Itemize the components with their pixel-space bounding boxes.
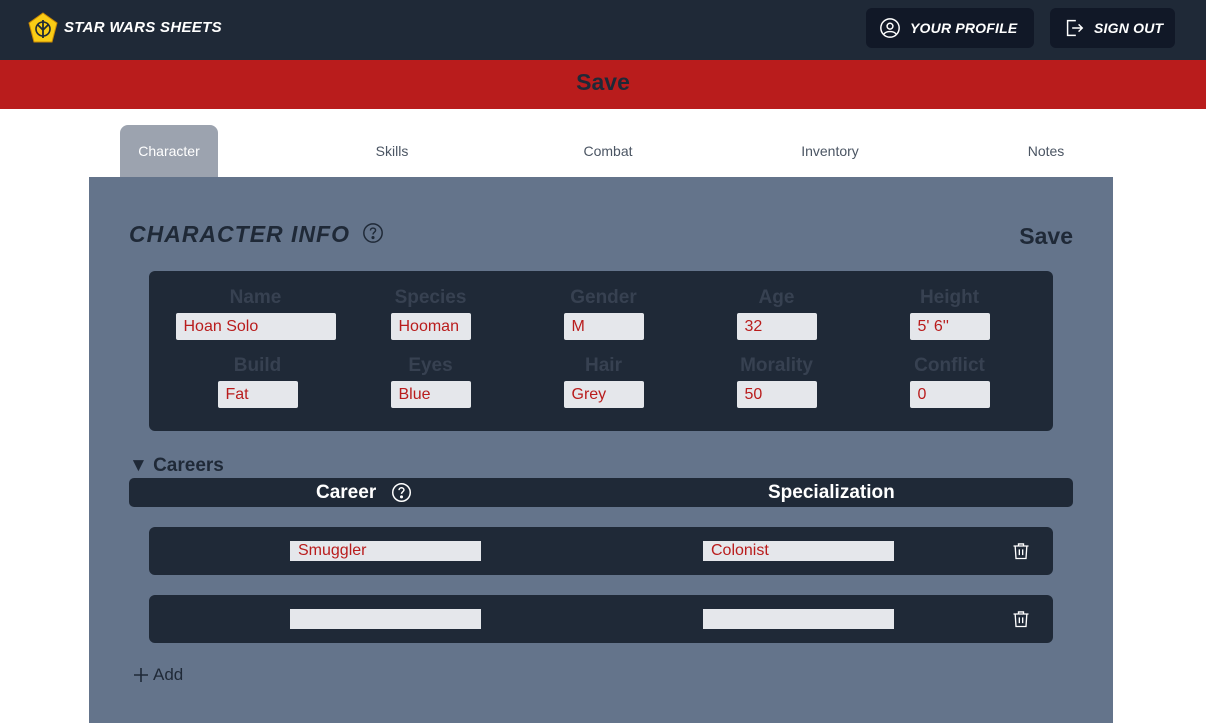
name-label: Name xyxy=(229,287,282,308)
sign-out-icon xyxy=(1066,19,1084,37)
specialization-input[interactable]: Colonist xyxy=(703,541,894,561)
careers-toggle[interactable]: ▼ Careers xyxy=(129,455,224,477)
brand-title[interactable]: STAR WARS SHEETS xyxy=(64,19,222,36)
conflict-label: Conflict xyxy=(914,355,985,376)
sign-out-button[interactable]: SIGN OUT xyxy=(1050,8,1175,48)
hair-label: Hair xyxy=(585,355,622,376)
tab-inventory[interactable]: Inventory xyxy=(790,125,870,177)
save-bar-label: Save xyxy=(576,69,630,95)
eyes-label: Eyes xyxy=(408,355,453,376)
plus-icon xyxy=(134,668,148,682)
name-field: Name Hoan Solo xyxy=(169,287,342,340)
add-label: Add xyxy=(153,665,184,684)
eyes-input[interactable]: Blue xyxy=(390,381,471,408)
morality-label: Morality xyxy=(740,355,813,376)
user-circle-icon xyxy=(880,18,900,38)
species-label: Species xyxy=(394,287,467,308)
career-row: Smuggler Colonist xyxy=(149,527,1053,575)
character-panel: CHARACTER INFO Save Name Hoan Solo Speci… xyxy=(89,177,1113,723)
career-row xyxy=(149,595,1053,643)
add-career-button[interactable]: Add xyxy=(133,665,183,685)
build-field: Build Fat xyxy=(171,355,344,408)
tab-skills[interactable]: Skills xyxy=(352,125,432,177)
gender-field: Gender M xyxy=(517,287,690,340)
build-label: Build xyxy=(233,355,282,376)
your-profile-button[interactable]: YOUR PROFILE xyxy=(866,8,1034,48)
top-navbar: STAR WARS SHEETS YOUR PROFILE SIGN OUT xyxy=(0,0,1206,60)
height-label: Height xyxy=(919,287,980,308)
careers-header: Career Specialization xyxy=(129,478,1073,507)
career-input[interactable]: Smuggler xyxy=(290,541,481,561)
gender-input[interactable]: M xyxy=(563,313,644,340)
character-info-card: Name Hoan Solo Species Hooman Gender M A… xyxy=(149,271,1053,431)
specialization-column-header: Specialization xyxy=(768,482,895,503)
tab-combat[interactable]: Combat xyxy=(568,125,648,177)
help-icon[interactable] xyxy=(391,482,412,503)
sign-out-label: SIGN OUT xyxy=(1094,20,1164,36)
trash-icon[interactable] xyxy=(1011,541,1031,561)
career-input[interactable] xyxy=(290,609,481,629)
height-field: Height 5' 6'' xyxy=(863,287,1036,340)
hair-input[interactable]: Grey xyxy=(563,381,644,408)
help-icon[interactable] xyxy=(362,222,384,244)
career-column-header: Career xyxy=(316,482,377,503)
tab-notes[interactable]: Notes xyxy=(1006,125,1086,177)
rebel-insignia-icon[interactable] xyxy=(27,12,59,44)
age-input[interactable]: 32 xyxy=(736,313,817,340)
gender-label: Gender xyxy=(570,287,637,308)
tab-character[interactable]: Character xyxy=(120,125,218,177)
character-info-title: CHARACTER INFO xyxy=(129,221,350,247)
species-input[interactable]: Hooman xyxy=(390,313,471,340)
save-bar-button[interactable]: Save xyxy=(0,60,1206,109)
morality-field: Morality 50 xyxy=(690,355,863,408)
save-button[interactable]: Save xyxy=(1019,223,1073,250)
morality-input[interactable]: 50 xyxy=(736,381,817,408)
build-input[interactable]: Fat xyxy=(217,381,298,408)
conflict-field: Conflict 0 xyxy=(863,355,1036,408)
trash-icon[interactable] xyxy=(1011,609,1031,629)
species-field: Species Hooman xyxy=(344,287,517,340)
your-profile-label: YOUR PROFILE xyxy=(910,20,1018,36)
hair-field: Hair Grey xyxy=(517,355,690,408)
age-field: Age 32 xyxy=(690,287,863,340)
specialization-input[interactable] xyxy=(703,609,894,629)
age-label: Age xyxy=(758,287,795,308)
height-input[interactable]: 5' 6'' xyxy=(909,313,990,340)
conflict-input[interactable]: 0 xyxy=(909,381,990,408)
eyes-field: Eyes Blue xyxy=(344,355,517,408)
name-input[interactable]: Hoan Solo xyxy=(175,313,336,340)
